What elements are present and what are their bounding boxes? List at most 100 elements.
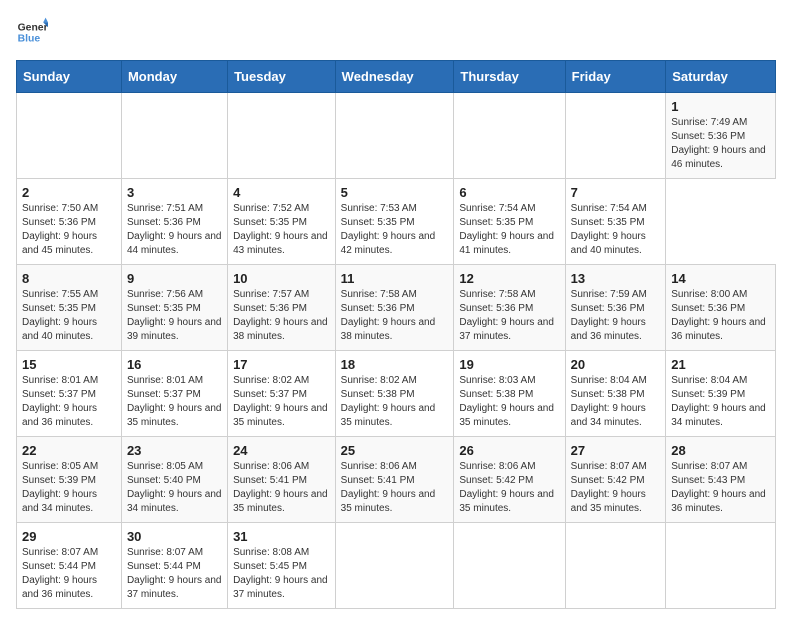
- calendar-week-5: 22 Sunrise: 8:05 AMSunset: 5:39 PMDaylig…: [17, 437, 776, 523]
- day-number: 1: [671, 99, 770, 114]
- day-number: 17: [233, 357, 330, 372]
- day-number: 23: [127, 443, 222, 458]
- day-info: Sunrise: 8:04 AMSunset: 5:38 PMDaylight:…: [571, 375, 647, 428]
- svg-text:General: General: [18, 22, 48, 33]
- day-info: Sunrise: 8:06 AMSunset: 5:42 PMDaylight:…: [459, 461, 554, 514]
- day-info: Sunrise: 7:50 AMSunset: 5:36 PMDaylight:…: [22, 203, 98, 256]
- day-info: Sunrise: 8:02 AMSunset: 5:38 PMDaylight:…: [341, 375, 436, 428]
- calendar-cell: 12 Sunrise: 7:58 AMSunset: 5:36 PMDaylig…: [454, 265, 565, 351]
- day-info: Sunrise: 8:06 AMSunset: 5:41 PMDaylight:…: [233, 461, 328, 514]
- day-number: 13: [571, 271, 661, 286]
- day-number: 8: [22, 271, 116, 286]
- day-header-wednesday: Wednesday: [335, 61, 454, 93]
- day-number: 30: [127, 529, 222, 544]
- calendar-cell: 24 Sunrise: 8:06 AMSunset: 5:41 PMDaylig…: [228, 437, 336, 523]
- calendar-table: SundayMondayTuesdayWednesdayThursdayFrid…: [16, 60, 776, 609]
- day-info: Sunrise: 8:01 AMSunset: 5:37 PMDaylight:…: [22, 375, 98, 428]
- calendar-cell: 31 Sunrise: 8:08 AMSunset: 5:45 PMDaylig…: [228, 523, 336, 609]
- calendar-cell: [666, 523, 776, 609]
- day-info: Sunrise: 8:00 AMSunset: 5:36 PMDaylight:…: [671, 289, 766, 342]
- day-number: 18: [341, 357, 449, 372]
- day-number: 11: [341, 271, 449, 286]
- calendar-cell: 20 Sunrise: 8:04 AMSunset: 5:38 PMDaylig…: [565, 351, 666, 437]
- day-number: 29: [22, 529, 116, 544]
- day-number: 21: [671, 357, 770, 372]
- calendar-cell: [565, 93, 666, 179]
- day-info: Sunrise: 7:53 AMSunset: 5:35 PMDaylight:…: [341, 203, 436, 256]
- calendar-cell: 22 Sunrise: 8:05 AMSunset: 5:39 PMDaylig…: [17, 437, 122, 523]
- day-header-saturday: Saturday: [666, 61, 776, 93]
- day-header-friday: Friday: [565, 61, 666, 93]
- calendar-cell: [454, 93, 565, 179]
- day-info: Sunrise: 8:07 AMSunset: 5:42 PMDaylight:…: [571, 461, 647, 514]
- logo: General Blue: [16, 16, 52, 48]
- calendar-cell: 10 Sunrise: 7:57 AMSunset: 5:36 PMDaylig…: [228, 265, 336, 351]
- day-info: Sunrise: 7:49 AMSunset: 5:36 PMDaylight:…: [671, 117, 766, 170]
- day-header-tuesday: Tuesday: [228, 61, 336, 93]
- calendar-cell: 5 Sunrise: 7:53 AMSunset: 5:35 PMDayligh…: [335, 179, 454, 265]
- header: General Blue: [16, 16, 776, 48]
- day-number: 9: [127, 271, 222, 286]
- calendar-cell: 1 Sunrise: 7:49 AMSunset: 5:36 PMDayligh…: [666, 93, 776, 179]
- calendar-cell: 23 Sunrise: 8:05 AMSunset: 5:40 PMDaylig…: [121, 437, 227, 523]
- day-number: 28: [671, 443, 770, 458]
- calendar-cell: 26 Sunrise: 8:06 AMSunset: 5:42 PMDaylig…: [454, 437, 565, 523]
- calendar-cell: 6 Sunrise: 7:54 AMSunset: 5:35 PMDayligh…: [454, 179, 565, 265]
- day-number: 22: [22, 443, 116, 458]
- calendar-cell: 17 Sunrise: 8:02 AMSunset: 5:37 PMDaylig…: [228, 351, 336, 437]
- calendar-week-6: 29 Sunrise: 8:07 AMSunset: 5:44 PMDaylig…: [17, 523, 776, 609]
- day-info: Sunrise: 8:07 AMSunset: 5:43 PMDaylight:…: [671, 461, 766, 514]
- calendar-cell: 14 Sunrise: 8:00 AMSunset: 5:36 PMDaylig…: [666, 265, 776, 351]
- day-number: 3: [127, 185, 222, 200]
- day-number: 24: [233, 443, 330, 458]
- calendar-cell: [454, 523, 565, 609]
- day-number: 4: [233, 185, 330, 200]
- day-info: Sunrise: 8:07 AMSunset: 5:44 PMDaylight:…: [127, 547, 222, 600]
- day-info: Sunrise: 7:56 AMSunset: 5:35 PMDaylight:…: [127, 289, 222, 342]
- day-info: Sunrise: 7:58 AMSunset: 5:36 PMDaylight:…: [459, 289, 554, 342]
- day-number: 5: [341, 185, 449, 200]
- calendar-cell: [228, 93, 336, 179]
- calendar-cell: 19 Sunrise: 8:03 AMSunset: 5:38 PMDaylig…: [454, 351, 565, 437]
- day-info: Sunrise: 8:02 AMSunset: 5:37 PMDaylight:…: [233, 375, 328, 428]
- calendar-cell: 21 Sunrise: 8:04 AMSunset: 5:39 PMDaylig…: [666, 351, 776, 437]
- calendar-cell: [17, 93, 122, 179]
- calendar-cell: 29 Sunrise: 8:07 AMSunset: 5:44 PMDaylig…: [17, 523, 122, 609]
- calendar-cell: 7 Sunrise: 7:54 AMSunset: 5:35 PMDayligh…: [565, 179, 666, 265]
- day-number: 15: [22, 357, 116, 372]
- calendar-cell: 30 Sunrise: 8:07 AMSunset: 5:44 PMDaylig…: [121, 523, 227, 609]
- calendar-cell: 16 Sunrise: 8:01 AMSunset: 5:37 PMDaylig…: [121, 351, 227, 437]
- calendar-week-4: 15 Sunrise: 8:01 AMSunset: 5:37 PMDaylig…: [17, 351, 776, 437]
- day-number: 31: [233, 529, 330, 544]
- day-info: Sunrise: 7:58 AMSunset: 5:36 PMDaylight:…: [341, 289, 436, 342]
- calendar-cell: [121, 93, 227, 179]
- calendar-cell: [335, 523, 454, 609]
- day-info: Sunrise: 7:54 AMSunset: 5:35 PMDaylight:…: [571, 203, 647, 256]
- day-info: Sunrise: 7:54 AMSunset: 5:35 PMDaylight:…: [459, 203, 554, 256]
- day-info: Sunrise: 8:03 AMSunset: 5:38 PMDaylight:…: [459, 375, 554, 428]
- day-header-row: SundayMondayTuesdayWednesdayThursdayFrid…: [17, 61, 776, 93]
- day-info: Sunrise: 8:06 AMSunset: 5:41 PMDaylight:…: [341, 461, 436, 514]
- calendar-cell: 13 Sunrise: 7:59 AMSunset: 5:36 PMDaylig…: [565, 265, 666, 351]
- calendar-week-2: 2 Sunrise: 7:50 AMSunset: 5:36 PMDayligh…: [17, 179, 776, 265]
- day-number: 10: [233, 271, 330, 286]
- day-number: 26: [459, 443, 559, 458]
- calendar-cell: 2 Sunrise: 7:50 AMSunset: 5:36 PMDayligh…: [17, 179, 122, 265]
- calendar-cell: 28 Sunrise: 8:07 AMSunset: 5:43 PMDaylig…: [666, 437, 776, 523]
- calendar-cell: [335, 93, 454, 179]
- calendar-cell: 9 Sunrise: 7:56 AMSunset: 5:35 PMDayligh…: [121, 265, 227, 351]
- day-header-monday: Monday: [121, 61, 227, 93]
- day-info: Sunrise: 8:07 AMSunset: 5:44 PMDaylight:…: [22, 547, 98, 600]
- day-number: 14: [671, 271, 770, 286]
- day-info: Sunrise: 7:59 AMSunset: 5:36 PMDaylight:…: [571, 289, 647, 342]
- day-header-sunday: Sunday: [17, 61, 122, 93]
- calendar-cell: 3 Sunrise: 7:51 AMSunset: 5:36 PMDayligh…: [121, 179, 227, 265]
- logo-icon: General Blue: [16, 16, 48, 48]
- day-number: 25: [341, 443, 449, 458]
- calendar-cell: 11 Sunrise: 7:58 AMSunset: 5:36 PMDaylig…: [335, 265, 454, 351]
- day-header-thursday: Thursday: [454, 61, 565, 93]
- calendar-cell: 25 Sunrise: 8:06 AMSunset: 5:41 PMDaylig…: [335, 437, 454, 523]
- calendar-cell: 4 Sunrise: 7:52 AMSunset: 5:35 PMDayligh…: [228, 179, 336, 265]
- day-number: 16: [127, 357, 222, 372]
- svg-text:Blue: Blue: [18, 34, 41, 45]
